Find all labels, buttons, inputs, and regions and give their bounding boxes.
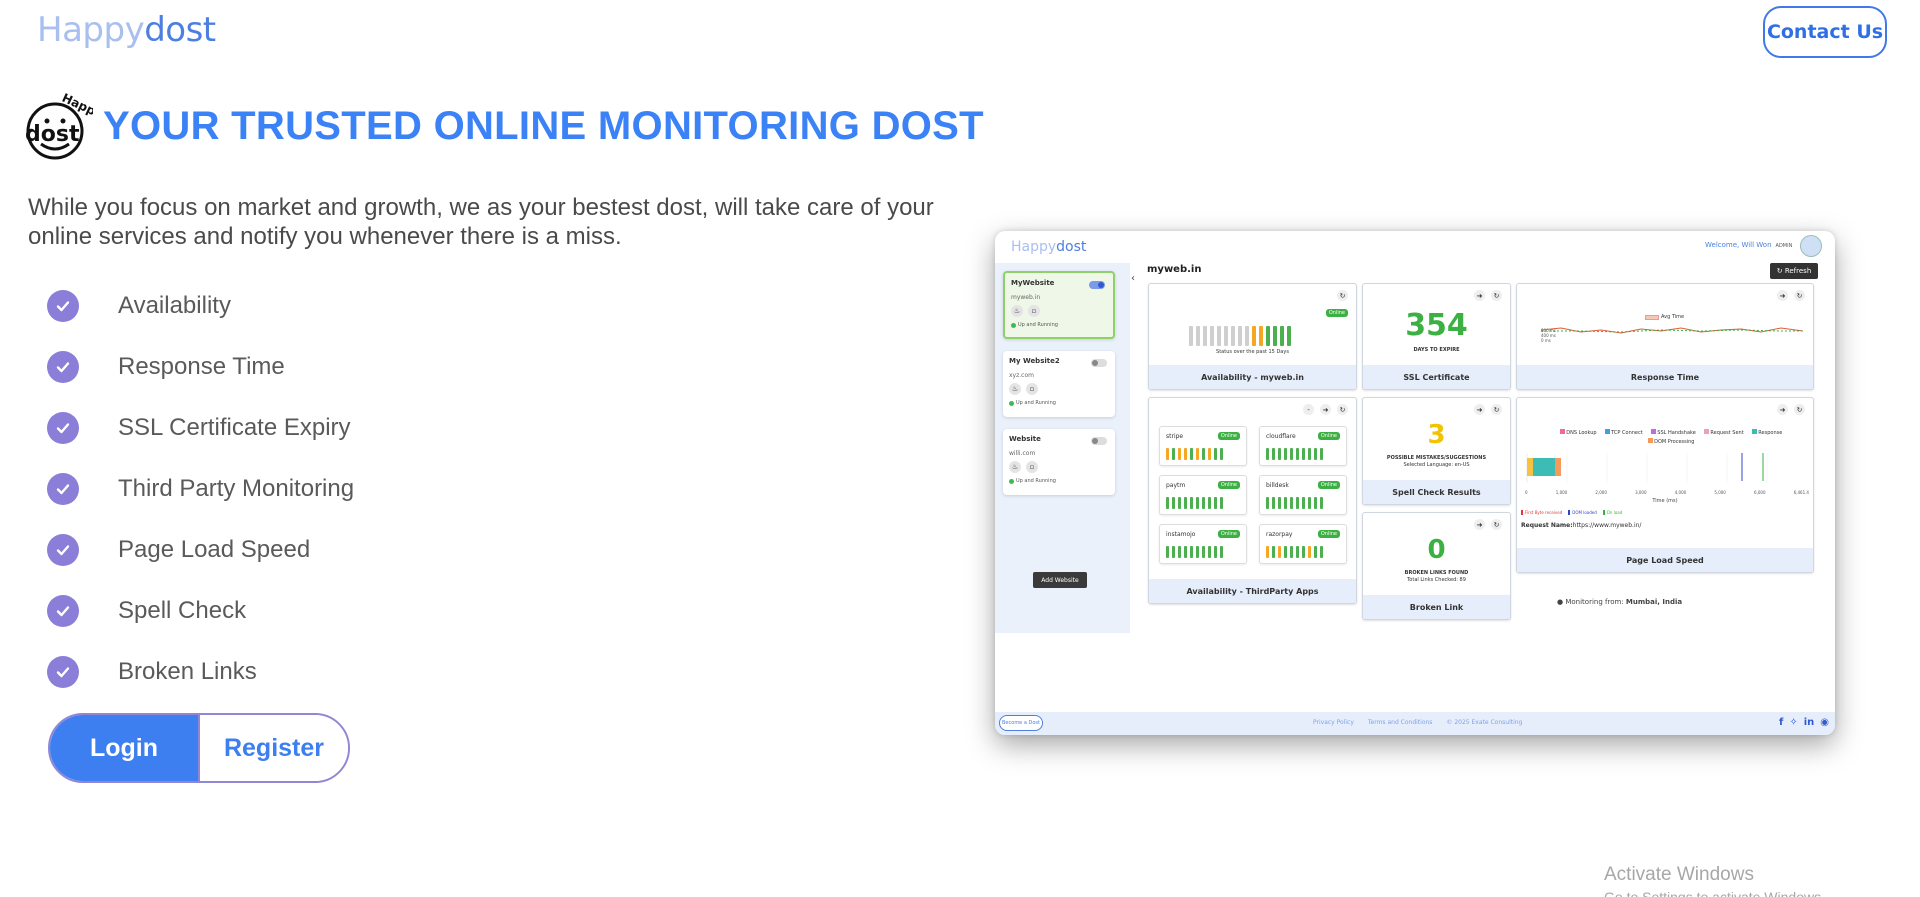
brand-logo[interactable]: Happydost xyxy=(37,10,216,50)
preview-domain: myweb.in xyxy=(1147,264,1202,275)
social-icons: f ✧ in ◉ xyxy=(1779,717,1829,728)
refresh-icon: ↻ xyxy=(1491,290,1502,301)
refresh-icon: ↻ xyxy=(1337,290,1348,301)
feature-label: Response Time xyxy=(118,353,285,380)
check-icon xyxy=(47,656,79,688)
contact-us-button[interactable]: Contact Us xyxy=(1763,6,1887,58)
feature-label: Page Load Speed xyxy=(118,536,311,563)
feature-response-time: Response Time xyxy=(47,351,285,383)
refresh-icon: ↻ xyxy=(1491,404,1502,415)
happydost-face-icon: dost Happy xyxy=(25,91,93,160)
check-icon xyxy=(47,351,79,383)
preview-welcome: Welcome, Will Won ADMIN xyxy=(1705,241,1793,249)
preview-sidebar: MyWebsite myweb.in ♨ ▫ Up and Running My … xyxy=(995,263,1130,633)
login-icon: ➜ xyxy=(1474,290,1485,301)
feature-page-load: Page Load Speed xyxy=(47,534,310,566)
bell-icon: ♨ xyxy=(1011,305,1023,317)
register-button[interactable]: Register xyxy=(200,715,348,781)
trash-icon: ▫ xyxy=(1026,383,1038,395)
availability-bars xyxy=(1189,326,1291,346)
monitoring-location: ● Monitoring from: Mumbai, India xyxy=(1557,598,1683,606)
check-icon xyxy=(47,595,79,627)
dashboard-preview: Happydost Welcome, Will Won ADMIN MyWebsi… xyxy=(995,231,1835,735)
auth-button-group: Login Register xyxy=(48,713,350,783)
site-card: Website willi.com ♨ ▫ Up and Running xyxy=(1003,429,1115,495)
feature-spell-check: Spell Check xyxy=(47,595,246,627)
availability-card: ↻ Online Status over the past 15 Days Av… xyxy=(1148,283,1357,390)
preview-footer: Become a Dost Privacy Policy Terms and Co… xyxy=(995,712,1835,735)
feature-ssl: SSL Certificate Expiry xyxy=(47,412,351,444)
landing-page: Happydost Contact Us dost Happy YOUR TRU… xyxy=(0,0,1920,897)
chevron-left-icon: ‹ xyxy=(1131,273,1135,284)
feature-broken-links: Broken Links xyxy=(47,656,257,688)
feature-label: Third Party Monitoring xyxy=(118,475,355,502)
add-website-button: Add Website xyxy=(1033,572,1087,588)
login-icon: ➜ xyxy=(1777,404,1788,415)
toggle-icon xyxy=(1091,437,1107,445)
preview-brand: Happydost xyxy=(1011,239,1087,255)
feature-label: Availability xyxy=(118,292,231,319)
trash-icon: ▫ xyxy=(1026,461,1038,473)
response-time-line xyxy=(1541,327,1803,334)
page-load-card: ➜ ↻ DNS Lookup TCP Connect SSL Handshake … xyxy=(1516,397,1814,573)
login-icon: ➜ xyxy=(1474,519,1485,530)
svg-text:dost: dost xyxy=(25,122,80,147)
login-button[interactable]: Login xyxy=(50,715,200,781)
page-load-waterfall xyxy=(1526,453,1768,483)
feature-label: Broken Links xyxy=(118,658,257,685)
check-icon xyxy=(47,412,79,444)
trash-icon: ▫ xyxy=(1028,305,1040,317)
ssl-card: ➜ ↻ 354 DAYS TO EXPIRE SSL Certificate xyxy=(1362,283,1511,390)
instagram-icon: ◉ xyxy=(1820,717,1829,728)
refresh-button: ↻ Refresh xyxy=(1770,263,1818,279)
hero-title: YOUR TRUSTED ONLINE MONITORING DOST xyxy=(103,104,984,148)
twitter-icon: ✧ xyxy=(1789,717,1798,728)
check-icon xyxy=(47,534,79,566)
hero-description: While you focus on market and growth, we… xyxy=(28,194,934,250)
feature-availability: Availability xyxy=(47,290,231,322)
windows-activation-watermark: Activate Windows Go to Settings to activ… xyxy=(1604,864,1825,897)
toggle-icon xyxy=(1089,281,1105,289)
login-icon: ➜ xyxy=(1777,290,1788,301)
avatar xyxy=(1800,235,1822,257)
refresh-icon: ↻ xyxy=(1337,404,1348,415)
broken-link-card: ➜ ↻ 0 BROKEN LINKS FOUND Total Links Chec… xyxy=(1362,512,1511,620)
facebook-icon: f xyxy=(1778,717,1784,728)
check-icon xyxy=(47,290,79,322)
site-card: My Website2 xyz.com ♨ ▫ Up and Running xyxy=(1003,351,1115,417)
refresh-icon: ↻ xyxy=(1794,404,1805,415)
brand-dost: dost xyxy=(144,10,216,50)
spell-check-card: ➜ ↻ 3 POSSIBLE MISTAKES/SUGGESTIONS Selec… xyxy=(1362,397,1511,505)
bell-icon: ♨ xyxy=(1009,383,1021,395)
refresh-icon: ↻ xyxy=(1794,290,1805,301)
login-icon: ➜ xyxy=(1320,404,1331,415)
toggle-icon xyxy=(1091,359,1107,367)
brand-happy: Happy xyxy=(37,10,145,50)
linkedin-icon: in xyxy=(1803,717,1815,728)
feature-label: SSL Certificate Expiry xyxy=(118,414,351,441)
refresh-icon: ↻ xyxy=(1491,519,1502,530)
feature-third-party: Third Party Monitoring xyxy=(47,473,354,505)
login-icon: ➜ xyxy=(1474,404,1485,415)
response-time-card: ➜ ↻ Avg Time 800 ms 400 ms 0 ms Response Ti… xyxy=(1516,283,1814,390)
site-card: MyWebsite myweb.in ♨ ▫ Up and Running xyxy=(1003,271,1115,339)
check-icon xyxy=(47,473,79,505)
bell-icon: ♨ xyxy=(1009,461,1021,473)
feature-label: Spell Check xyxy=(118,597,247,624)
third-party-card: - ➜ ↻ stripe Online cloudflare Online paytm O… xyxy=(1148,397,1357,604)
